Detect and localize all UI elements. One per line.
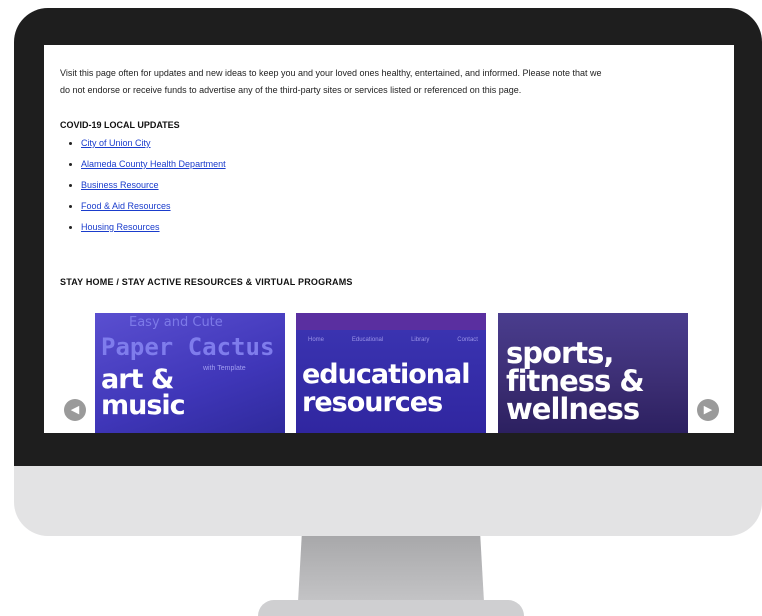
carousel-tile-art-music[interactable]: Easy and Cute Paper Cactus with Template…	[95, 313, 285, 433]
carousel-tile-sports-fitness-wellness[interactable]: sports, fitness & wellness	[498, 313, 688, 433]
tile-bg-nav-item: Contact	[457, 337, 478, 343]
tile-caption: sports, fitness & wellness	[506, 339, 645, 426]
tile-bg-small-text: with Template	[203, 365, 246, 372]
tile-bg-nav-item: Home	[308, 337, 325, 343]
covid-updates-heading: COVID-19 LOCAL UPDATES	[60, 120, 180, 130]
intro-line-2: do not endorse or receive funds to adver…	[60, 85, 522, 95]
stay-home-heading: STAY HOME / STAY ACTIVE RESOURCES & VIRT…	[60, 277, 353, 287]
tile-bg-nav: Home Educational Library Contact	[308, 337, 478, 343]
tile-caption-line: resources	[302, 387, 443, 418]
tile-caption-line: music	[101, 390, 186, 421]
resources-carousel: ◀ Easy and Cute Paper Cactus with Templa…	[44, 313, 734, 433]
tile-bg-title: Easy and Cute	[129, 315, 223, 330]
covid-links-list: City of Union City Alameda County Health…	[60, 137, 226, 242]
carousel-next-button[interactable]: ▶	[697, 399, 719, 421]
tile-bg-nav-item: Library	[411, 337, 430, 343]
tile-caption: educational resources	[302, 361, 470, 417]
link-housing-resources[interactable]: Housing Resources	[81, 222, 160, 232]
list-item: Food & Aid Resources	[81, 200, 226, 221]
tile-caption-line: educational	[302, 359, 470, 390]
monitor-chin	[14, 466, 762, 536]
list-item: Alameda County Health Department	[81, 158, 226, 179]
tile-caption-line: wellness	[506, 392, 640, 426]
link-food-aid-resources[interactable]: Food & Aid Resources	[81, 201, 171, 211]
list-item: City of Union City	[81, 137, 226, 158]
chevron-left-icon: ◀	[70, 404, 80, 416]
list-item: Housing Resources	[81, 221, 226, 242]
tile-bg-nav-item: Educational	[351, 337, 384, 343]
chevron-right-icon: ▶	[703, 404, 713, 416]
monitor-stand-neck	[298, 536, 484, 602]
carousel-tile-educational-resources[interactable]: Home Educational Library Contact educati…	[296, 313, 486, 433]
list-item: Business Resource	[81, 179, 226, 200]
intro-paragraph: Visit this page often for updates and ne…	[60, 65, 725, 99]
monitor-frame: Visit this page often for updates and ne…	[0, 0, 762, 616]
carousel-prev-button[interactable]: ◀	[64, 399, 86, 421]
monitor-stand-base	[258, 600, 524, 616]
tile-bg-subtitle: Paper Cactus	[101, 333, 275, 361]
tile-caption: art & music	[101, 366, 186, 421]
monitor-screen: Visit this page often for updates and ne…	[44, 45, 734, 433]
link-business-resource[interactable]: Business Resource	[81, 180, 159, 190]
link-city-of-union-city[interactable]: City of Union City	[81, 138, 151, 148]
link-alameda-county-health[interactable]: Alameda County Health Department	[81, 159, 226, 169]
intro-line-1: Visit this page often for updates and ne…	[60, 68, 602, 78]
